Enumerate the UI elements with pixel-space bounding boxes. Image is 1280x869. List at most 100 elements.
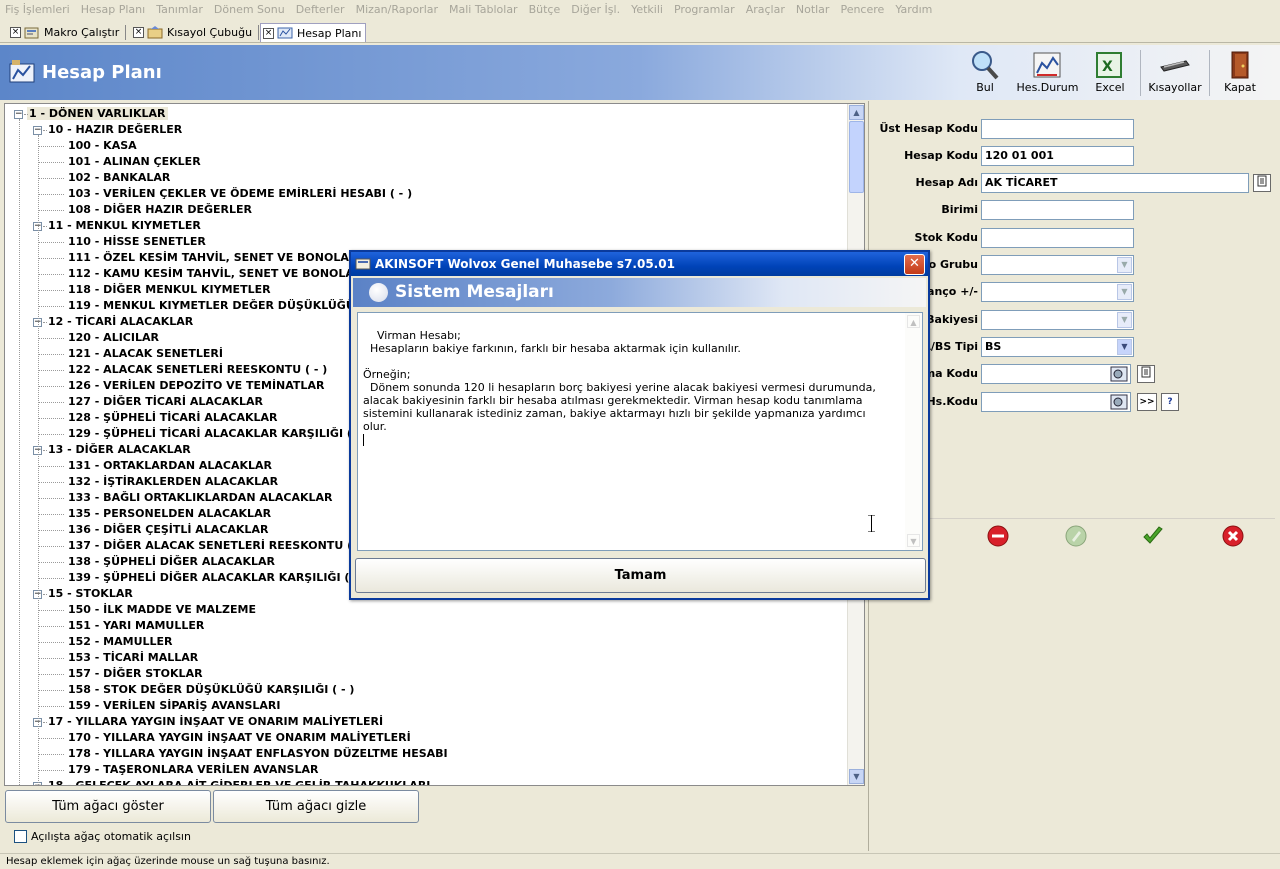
menu-item[interactable]: Pencere	[840, 3, 884, 16]
help-button[interactable]: ?	[1161, 393, 1179, 411]
menu-item[interactable]: Yardım	[895, 3, 932, 16]
tab-close-icon[interactable]: ×	[263, 27, 274, 39]
tree-leaf[interactable]: 126 - VERİLEN DEPOZİTO VE TEMİNATLAR	[66, 378, 326, 394]
edit-icon[interactable]	[1064, 524, 1088, 548]
excel-button[interactable]: X Excel	[1080, 46, 1140, 100]
menu-item[interactable]: Tanımlar	[156, 3, 203, 16]
ba-bs-type-select[interactable]: BS ▼	[981, 337, 1134, 357]
tree-leaf[interactable]: 136 - DİĞER ÇEŞİTLİ ALACAKLAR	[66, 522, 270, 538]
menu-item[interactable]: Notlar	[796, 3, 830, 16]
scroll-thumb[interactable]	[849, 121, 864, 193]
next-button[interactable]: >>	[1137, 393, 1157, 411]
menu-item[interactable]: Defterler	[296, 3, 345, 16]
transfer-note-button[interactable]	[1137, 365, 1155, 383]
menu-item[interactable]: Hesap Planı	[81, 3, 145, 16]
lookup-icon[interactable]	[1110, 394, 1128, 410]
tree-leaf[interactable]: 127 - DİĞER TİCARİ ALACAKLAR	[66, 394, 265, 410]
tree-leaf[interactable]: 159 - VERİLEN SİPARİŞ AVANSLARI	[66, 698, 283, 714]
menu-item[interactable]: Mizan/Raporlar	[356, 3, 438, 16]
tree-leaf[interactable]: 102 - BANKALAR	[66, 170, 172, 186]
cancel-icon[interactable]	[1221, 524, 1245, 548]
tree-leaf[interactable]: 103 - VERİLEN ÇEKLER VE ÖDEME EMİRLERİ H…	[66, 186, 414, 202]
delete-icon[interactable]	[986, 524, 1010, 548]
tree-leaf[interactable]: 108 - DİĞER HAZIR DEĞERLER	[66, 202, 254, 218]
save-icon[interactable]	[1141, 524, 1165, 548]
ok-button[interactable]: Tamam	[355, 558, 926, 593]
tree-leaf[interactable]: 170 - YILLARA YAYGIN İNŞAAT VE ONARIM MA…	[66, 730, 413, 746]
hs-code-input[interactable]	[981, 392, 1131, 412]
tree-leaf[interactable]: 179 - TAŞERONLARA VERİLEN AVANSLAR	[66, 762, 320, 778]
tree-node[interactable]: 11 - MENKUL KIYMETLER	[46, 218, 203, 234]
account-status-button[interactable]: Hes.Durum	[1015, 46, 1080, 100]
balance-sign-select[interactable]: ▼	[981, 282, 1134, 302]
tab-close-icon[interactable]: ×	[133, 27, 144, 38]
scroll-down-icon[interactable]: ▼	[907, 534, 920, 547]
tab-macro-run[interactable]: × Makro Çalıştır	[8, 23, 127, 42]
tree-node[interactable]: 18 - GELECEK AYLARA AİT GİDERLER VE GELİ…	[46, 778, 432, 785]
chevron-down-icon[interactable]: ▼	[1117, 257, 1132, 273]
tree-leaf[interactable]: 151 - YARI MAMULLER	[66, 618, 206, 634]
menu-item[interactable]: Programlar	[674, 3, 735, 16]
shortcuts-button[interactable]: Kısayollar	[1141, 46, 1209, 100]
lookup-icon[interactable]	[1110, 366, 1128, 382]
tree-leaf[interactable]: 110 - HİSSE SENETLER	[66, 234, 208, 250]
tree-leaf[interactable]: 135 - PERSONELDEN ALACAKLAR	[66, 506, 273, 522]
tab-account-plan[interactable]: × Hesap Planı	[260, 23, 367, 42]
close-window-button[interactable]: Kapat	[1210, 46, 1270, 100]
account-code-input[interactable]: 120 01 001	[981, 146, 1134, 166]
parent-code-input[interactable]	[981, 119, 1134, 139]
scroll-up-icon[interactable]: ▲	[907, 315, 920, 328]
tab-shortcut-bar[interactable]: × Kısayol Çubuğu	[131, 23, 260, 42]
transfer-code-input[interactable]	[981, 364, 1131, 384]
tree-leaf[interactable]: 118 - DİĞER MENKUL KIYMETLER	[66, 282, 273, 298]
tree-leaf[interactable]: 150 - İLK MADDE VE MALZEME	[66, 602, 258, 618]
tree-leaf[interactable]: 157 - DİĞER STOKLAR	[66, 666, 205, 682]
tree-collapse-icon[interactable]: −	[14, 110, 23, 119]
tree-leaf[interactable]: 152 - MAMULLER	[66, 634, 175, 650]
tree-leaf[interactable]: 131 - ORTAKLARDAN ALACAKLAR	[66, 458, 274, 474]
tree-leaf[interactable]: 129 - ŞÜPHELİ TİCARİ ALACAKLAR KARŞILIĞI…	[66, 426, 371, 442]
tree-leaf[interactable]: 137 - DİĞER ALACAK SENETLERİ REESKONTU (…	[66, 538, 371, 554]
tree-leaf[interactable]: 101 - ALINAN ÇEKLER	[66, 154, 203, 170]
tree-leaf[interactable]: 153 - TİCARİ MALLAR	[66, 650, 200, 666]
auto-expand-checkbox[interactable]	[14, 830, 27, 843]
tree-leaf[interactable]: 132 - İŞTİRAKLERDEN ALACAKLAR	[66, 474, 280, 490]
group-select[interactable]: ▼	[981, 255, 1134, 275]
tree-leaf[interactable]: 122 - ALACAK SENETLERİ REESKONTU ( - )	[66, 362, 329, 378]
dialog-message-box[interactable]: Virman Hesabı; Hesapların bakiye farkını…	[357, 312, 923, 551]
menu-item[interactable]: Dönem Sonu	[214, 3, 285, 16]
tree-leaf[interactable]: 139 - ŞÜPHELİ DİĞER ALACAKLAR KARŞILIĞI …	[66, 570, 369, 586]
tree-leaf[interactable]: 158 - STOK DEĞER DÜŞÜKLÜĞÜ KARŞILIĞI ( -…	[66, 682, 356, 698]
account-name-note-button[interactable]	[1253, 174, 1271, 192]
tree-leaf[interactable]: 112 - KAMU KESİM TAHVİL, SENET VE BONOLA…	[66, 266, 368, 282]
tree-leaf[interactable]: 100 - KASA	[66, 138, 139, 154]
chevron-down-icon[interactable]: ▼	[1117, 339, 1132, 355]
tree-node[interactable]: 1 - DÖNEN VARLIKLAR	[27, 106, 168, 122]
auto-expand-option[interactable]: Açılışta ağaç otomatik açılsın	[14, 830, 191, 843]
tree-leaf[interactable]: 111 - ÖZEL KESİM TAHVİL, SENET VE BONOLA…	[66, 250, 363, 266]
tree-collapse-icon[interactable]: −	[33, 126, 42, 135]
scroll-down-icon[interactable]: ▼	[849, 769, 864, 784]
tree-node[interactable]: 10 - HAZIR DEĞERLER	[46, 122, 184, 138]
hide-tree-button[interactable]: Tüm ağacı gizle	[213, 790, 419, 823]
menu-item[interactable]: Yetkili	[631, 3, 663, 16]
menu-item[interactable]: Fiş İşlemleri	[5, 3, 70, 16]
tree-leaf[interactable]: 121 - ALACAK SENETLERİ	[66, 346, 225, 362]
tree-leaf[interactable]: 178 - YILLARA YAYGIN İNŞAAT ENFLASYON DÜ…	[66, 746, 450, 762]
tab-close-icon[interactable]: ×	[10, 27, 21, 38]
dialog-close-button[interactable]: ✕	[904, 254, 925, 275]
menu-item[interactable]: Araçlar	[746, 3, 785, 16]
account-name-input[interactable]: AK TİCARET	[981, 173, 1249, 193]
tree-node[interactable]: 17 - YILLARA YAYGIN İNŞAAT VE ONARIM MAL…	[46, 714, 385, 730]
chevron-down-icon[interactable]: ▼	[1117, 312, 1132, 328]
tree-node[interactable]: 13 - DİĞER ALACAKLAR	[46, 442, 193, 458]
tree-leaf[interactable]: 138 - ŞÜPHELİ DİĞER ALACAKLAR	[66, 554, 277, 570]
balance-select[interactable]: ▼	[981, 310, 1134, 330]
dialog-title-bar[interactable]: AKINSOFT Wolvox Genel Muhasebe s7.05.01 …	[351, 252, 928, 276]
tree-node[interactable]: 15 - STOKLAR	[46, 586, 135, 602]
stock-code-input[interactable]	[981, 228, 1134, 248]
menu-item[interactable]: Diğer İşl.	[571, 3, 620, 16]
menu-item[interactable]: Mali Tablolar	[449, 3, 518, 16]
dialog-scrollbar[interactable]: ▲ ▼	[905, 313, 922, 550]
menu-item[interactable]: Bütçe	[529, 3, 561, 16]
